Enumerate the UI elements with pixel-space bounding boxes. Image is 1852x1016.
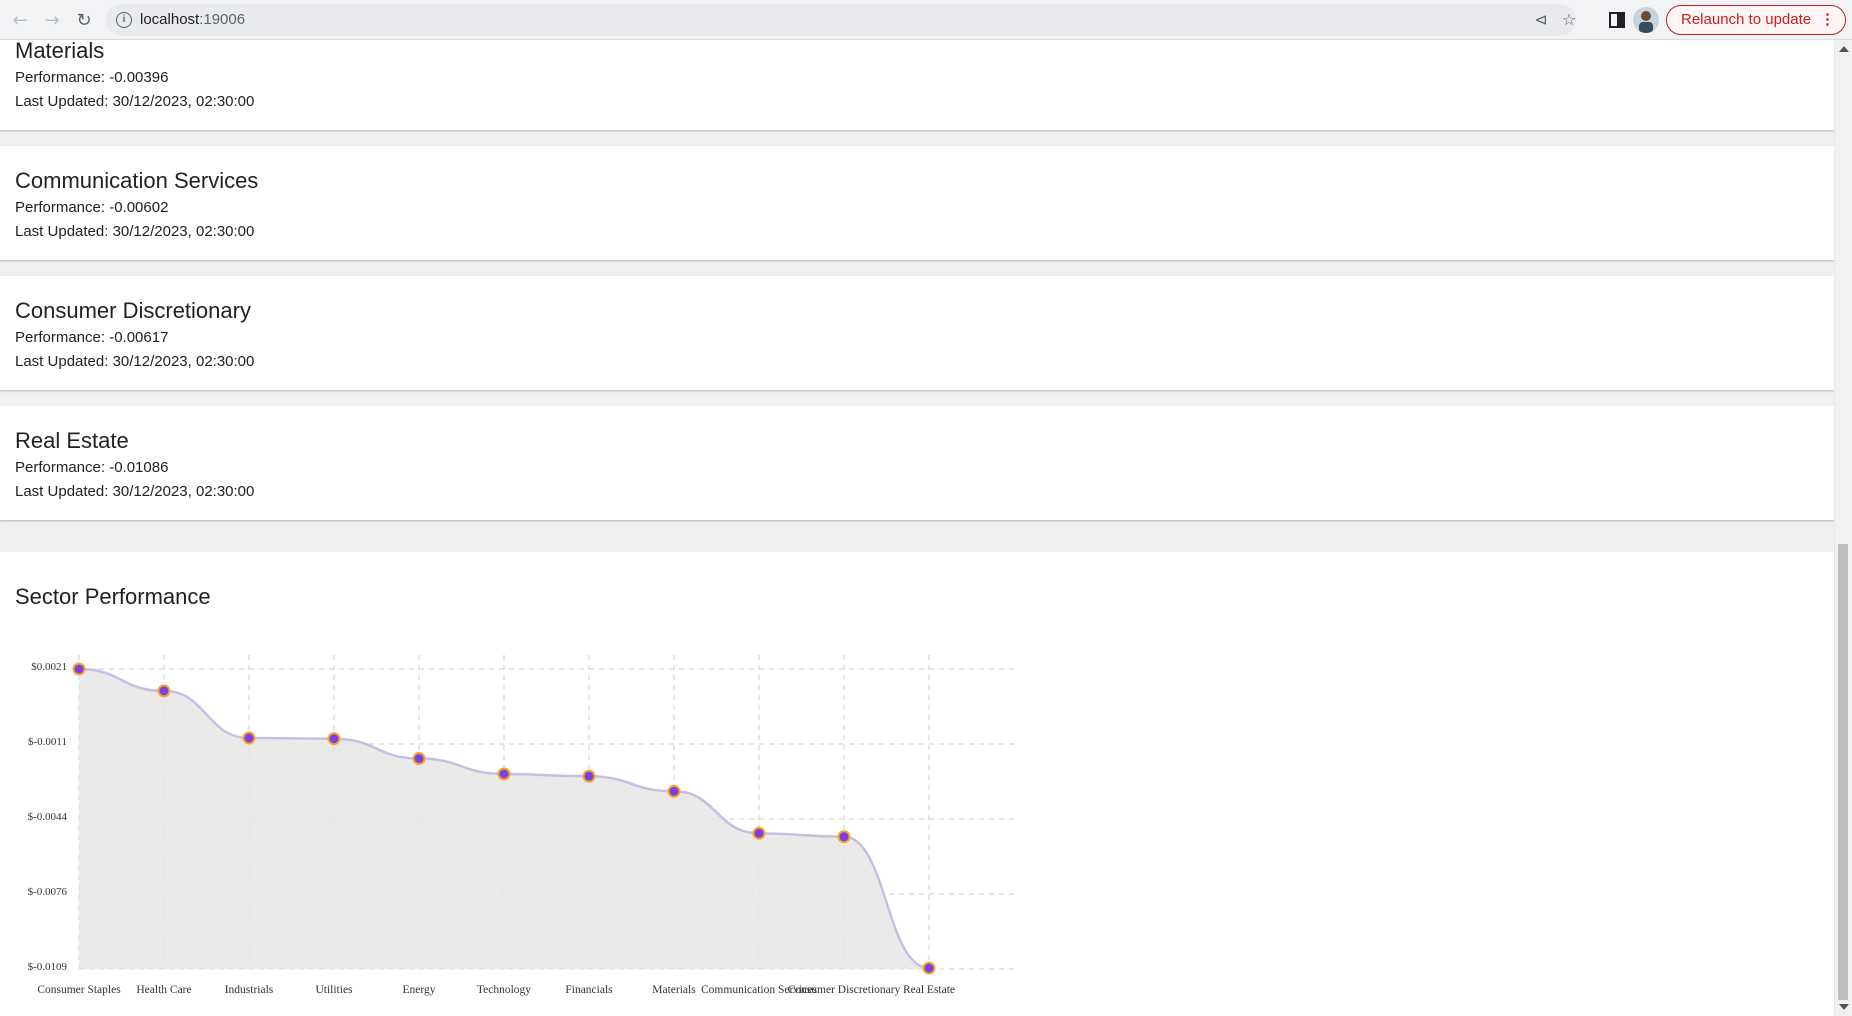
sector-performance: Performance: -0.00602 bbox=[15, 199, 169, 216]
x-tick-label: Real Estate bbox=[903, 984, 955, 996]
data-point bbox=[922, 961, 936, 975]
data-point bbox=[582, 769, 596, 783]
sector-performance: Performance: -0.00396 bbox=[15, 69, 169, 86]
forward-arrow-icon[interactable]: → bbox=[40, 8, 64, 32]
sector-performance: Performance: -0.01086 bbox=[15, 459, 169, 476]
data-point bbox=[412, 752, 426, 766]
vertical-scrollbar[interactable] bbox=[1834, 40, 1852, 1016]
y-tick-label: $-0.0076 bbox=[28, 886, 68, 898]
sector-card-real-estate: Real Estate Performance: -0.01086 Last U… bbox=[0, 406, 1834, 520]
url-host: localhost bbox=[140, 11, 200, 28]
y-tick-label: $-0.0011 bbox=[28, 736, 67, 748]
sector-name: Real Estate bbox=[15, 428, 129, 453]
sector-name: Communication Services bbox=[15, 168, 259, 193]
back-arrow-icon[interactable]: ← bbox=[8, 8, 32, 32]
url-port: :19006 bbox=[199, 11, 246, 28]
data-point bbox=[667, 784, 681, 798]
site-info-icon[interactable]: i bbox=[116, 12, 132, 28]
reload-icon[interactable]: ↻ bbox=[72, 8, 96, 32]
url-text[interactable]: localhost:19006 bbox=[140, 11, 245, 28]
data-point bbox=[752, 826, 766, 840]
sector-name: Consumer Discretionary bbox=[15, 298, 251, 323]
side-panel-icon[interactable] bbox=[1605, 8, 1629, 32]
x-tick-label: Materials bbox=[652, 984, 696, 996]
x-tick-label: Consumer Staples bbox=[37, 984, 121, 996]
sector-last-updated: Last Updated: 30/12/2023, 02:30:00 bbox=[15, 223, 255, 240]
x-tick-label: Technology bbox=[477, 984, 531, 996]
share-icon[interactable]: ⊲ bbox=[1530, 9, 1552, 31]
more-vert-icon[interactable]: ⋮ bbox=[1820, 6, 1835, 34]
data-point bbox=[327, 732, 341, 746]
scroll-thumb[interactable] bbox=[1838, 544, 1848, 1000]
x-tick-label: Consumer Discretionary bbox=[788, 984, 901, 996]
x-tick-label: Utilities bbox=[315, 984, 353, 996]
x-tick-label: Industrials bbox=[225, 984, 274, 996]
sector-last-updated: Last Updated: 30/12/2023, 02:30:00 bbox=[15, 93, 255, 110]
relaunch-label: Relaunch to update bbox=[1681, 11, 1812, 28]
data-point bbox=[837, 830, 851, 844]
data-point bbox=[72, 662, 86, 676]
browser-toolbar: ← → ↻ i localhost:19006 ⊲ ☆ Relaunch to … bbox=[0, 0, 1852, 40]
page-content: Materials Performance: -0.00396 Last Upd… bbox=[0, 40, 1834, 1016]
sector-performance-chart: $0.0021 $-0.0011 $-0.0044 $-0.0076 $-0.0109 C… bbox=[28, 655, 1015, 996]
profile-avatar[interactable] bbox=[1633, 7, 1659, 33]
x-tick-label: Energy bbox=[402, 984, 435, 996]
sector-last-updated: Last Updated: 30/12/2023, 02:30:00 bbox=[15, 353, 255, 370]
x-tick-label: Health Care bbox=[136, 984, 191, 996]
y-tick-label: $-0.0044 bbox=[28, 811, 68, 823]
y-tick-label: $0.0021 bbox=[31, 661, 67, 673]
data-point bbox=[157, 684, 171, 698]
y-tick-label: $-0.0109 bbox=[28, 961, 68, 973]
data-point bbox=[497, 767, 511, 781]
data-point bbox=[242, 731, 256, 745]
sector-card-materials: Materials Performance: -0.00396 Last Upd… bbox=[0, 40, 1834, 130]
sector-performance-chart-card: Sector Performance $0.0021 $-0.0011 $-0.00… bbox=[0, 552, 1834, 1016]
bookmark-star-icon[interactable]: ☆ bbox=[1558, 9, 1580, 31]
relaunch-button[interactable]: Relaunch to update ⋮ bbox=[1666, 5, 1846, 35]
sector-card-communication-services: Communication Services Performance: -0.0… bbox=[0, 146, 1834, 260]
address-bar[interactable]: i localhost:19006 ⊲ ☆ bbox=[106, 4, 1576, 36]
scroll-down-icon[interactable] bbox=[1839, 1004, 1849, 1010]
sector-name: Materials bbox=[15, 40, 105, 63]
sector-card-consumer-discretionary: Consumer Discretionary Performance: -0.0… bbox=[0, 276, 1834, 390]
sector-performance: Performance: -0.00617 bbox=[15, 329, 169, 346]
scroll-up-icon[interactable] bbox=[1839, 46, 1849, 52]
x-tick-label: Financials bbox=[565, 984, 613, 996]
sector-last-updated: Last Updated: 30/12/2023, 02:30:00 bbox=[15, 483, 255, 500]
